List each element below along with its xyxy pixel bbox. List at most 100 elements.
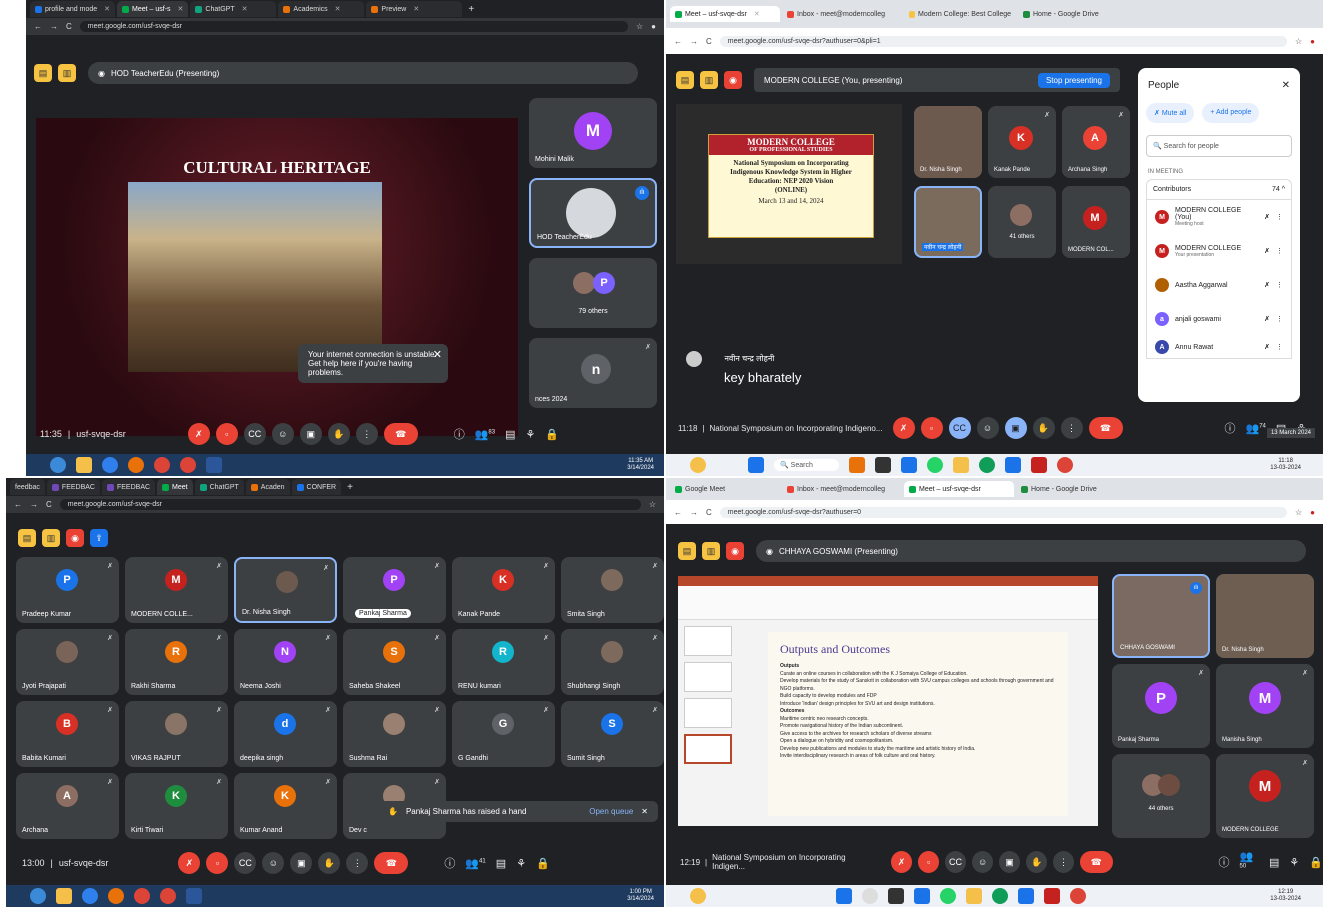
people-row[interactable]: A Annu Rawat ✗ ⋮ [1147, 336, 1291, 358]
participant-tile[interactable]: ✗ Sushma Rai [343, 701, 446, 767]
participant-tile[interactable]: M ✗ MODERN COLLE... [125, 557, 228, 623]
app-icon[interactable] [1030, 457, 1047, 473]
participant-tile[interactable]: ✗ Jyoti Prajapati [16, 629, 119, 695]
participant-tile[interactable]: N ✗ Neema Joshi [234, 629, 337, 695]
present-button[interactable]: ▣ [999, 851, 1021, 873]
start-icon[interactable] [50, 457, 66, 473]
more-icon[interactable]: ⋮ [1276, 247, 1283, 255]
star-icon[interactable]: ☆ [1295, 37, 1302, 46]
tab-meet[interactable]: Meet – usf-svqe-dsr [904, 481, 1014, 497]
raise-hand-button[interactable]: ✋ [318, 852, 341, 874]
more-icon[interactable]: ⋮ [1276, 315, 1283, 323]
new-tab-icon[interactable]: + [468, 4, 474, 15]
others-tile[interactable]: P 79 others [529, 258, 657, 328]
participant-tile[interactable]: M ✗ MODERN COLLEGE [1216, 754, 1314, 838]
people-search-input[interactable]: 🔍 Search for people [1146, 135, 1292, 157]
participant-tile[interactable]: Dr. Nisha Singh [1216, 574, 1314, 658]
lock-icon[interactable]: 🔒 [545, 428, 559, 441]
close-icon[interactable]: ✕ [433, 348, 442, 361]
chrome-icon[interactable] [180, 457, 196, 473]
profile-icon[interactable]: ● [1310, 508, 1315, 517]
more-icon[interactable]: ⋮ [1276, 213, 1283, 221]
people-row[interactable]: M MODERN COLLEGE (You) Meeting host ✗ ⋮ [1147, 200, 1291, 234]
raise-hand-button[interactable]: ✋ [1026, 851, 1048, 873]
participant-tile[interactable]: A ✗ Archana [16, 773, 119, 839]
chrome-icon[interactable] [134, 888, 150, 904]
people-row[interactable]: M MODERN COLLEGE Your presentation ✗ ⋮ [1147, 234, 1291, 268]
captions-button[interactable]: CC [234, 852, 257, 874]
present-button[interactable]: ▣ [299, 423, 322, 445]
activities-icon[interactable]: ⚘ [526, 428, 536, 441]
tab-meet[interactable]: Meet [157, 479, 193, 495]
record-icon[interactable]: ◉ [724, 71, 742, 89]
back-icon[interactable]: ← [14, 500, 22, 509]
url-field[interactable]: meet.google.com/usf-svqe-dsr?authuser=0&… [719, 35, 1287, 47]
present-button[interactable]: ▣ [290, 852, 313, 874]
activities-icon[interactable]: ▤ [678, 542, 696, 560]
word-icon[interactable] [206, 457, 222, 473]
windows-start-icon[interactable] [836, 888, 852, 904]
participant-tile[interactable]: M ✗ Manisha Singh [1216, 664, 1314, 748]
lock-icon[interactable]: 🔒 [536, 857, 550, 870]
close-icon[interactable]: ✕ [335, 5, 341, 13]
tab[interactable]: Acaden [245, 479, 290, 495]
participant-tile-speaking[interactable]: ılı CHHAYA GOSWAMI [1112, 574, 1210, 658]
participant-tile[interactable]: K ✗ Kanak Pande [452, 557, 555, 623]
activities-icon[interactable]: ▤ [18, 529, 36, 547]
close-icon[interactable]: ✕ [754, 10, 760, 18]
app-icon[interactable] [914, 888, 930, 904]
app-icon[interactable] [1044, 888, 1060, 904]
others-tile[interactable]: 41 others [988, 186, 1056, 258]
participant-tile[interactable]: P ✗ Pankaj Sharma [1112, 664, 1210, 748]
reload-icon[interactable]: C [66, 22, 72, 31]
tab-chatgpt[interactable]: ChatGPT ✕ [190, 1, 277, 17]
ie-icon[interactable] [82, 888, 98, 904]
participant-tile[interactable]: Dr. Nisha Singh [914, 106, 982, 178]
more-options-button[interactable]: ⋮ [355, 423, 378, 445]
notes-icon[interactable]: ▥ [702, 542, 720, 560]
app-icon[interactable] [848, 457, 865, 473]
participant-tile[interactable]: n ✗ nces 2024 [529, 338, 657, 408]
forward-icon[interactable]: → [50, 22, 58, 31]
tab-meet[interactable]: Meet – usf-svqe-dsr ✕ [670, 6, 780, 22]
camera-button[interactable]: ▫ [206, 852, 229, 874]
activities-icon[interactable]: ⚘ [516, 857, 526, 870]
people-icon[interactable]: 👥50 [1240, 850, 1259, 875]
captions-button[interactable]: CC [945, 851, 967, 873]
stop-presenting-button[interactable]: Stop presenting [1037, 72, 1110, 88]
more-options-button[interactable]: ⋮ [346, 852, 369, 874]
reload-icon[interactable]: C [706, 37, 712, 46]
open-queue-link[interactable]: Open queue [589, 807, 633, 816]
people-icon[interactable]: 👥83 [475, 428, 495, 441]
tab[interactable]: CONFER [291, 479, 342, 495]
edge-icon[interactable] [978, 457, 995, 473]
whatsapp-icon[interactable] [926, 457, 943, 473]
share-icon[interactable]: ⇪ [90, 529, 108, 547]
participant-tile[interactable]: P ✗ Pradeep Kumar [16, 557, 119, 623]
chrome-icon[interactable] [1056, 457, 1073, 473]
participant-tile[interactable]: M MODERN COL... [1062, 186, 1130, 258]
participant-tile[interactable]: A ✗ Archana Singh [1062, 106, 1130, 178]
info-icon[interactable]: ⓘ [454, 426, 465, 442]
tab-drive[interactable]: Home - Google Drive [1016, 481, 1126, 497]
lock-icon[interactable]: 🔒 [1309, 856, 1323, 869]
contributors-header[interactable]: Contributors 74 ^ [1146, 179, 1292, 200]
info-icon[interactable]: ⓘ [1219, 854, 1230, 870]
activities-icon[interactable]: ⚘ [1289, 856, 1299, 869]
record-icon[interactable]: ◉ [726, 542, 744, 560]
activities-icon[interactable]: ▤ [34, 64, 52, 82]
chat-icon[interactable]: ▤ [1269, 856, 1279, 869]
leave-call-button[interactable]: ☎ [374, 852, 409, 874]
tab-drive[interactable]: Home - Google Drive [1018, 6, 1128, 22]
taskbar-search[interactable]: 🔍 Search [774, 459, 839, 471]
more-icon[interactable]: ⋮ [1276, 281, 1283, 289]
ie-icon[interactable] [102, 457, 118, 473]
participant-tile[interactable]: S ✗ Saheba Shakeel [343, 629, 446, 695]
more-options-button[interactable]: ⋮ [1060, 417, 1083, 439]
emoji-button[interactable]: ☺ [972, 851, 994, 873]
url-field[interactable]: meet.google.com/usf-svqe-dsr?authuser=0 [719, 506, 1287, 518]
star-icon[interactable]: ☆ [649, 500, 656, 509]
whatsapp-icon[interactable] [940, 888, 956, 904]
url-field[interactable]: meet.google.com/usf-svqe-dsr [79, 21, 628, 32]
participant-tile[interactable]: d ✗ deepika singh [234, 701, 337, 767]
